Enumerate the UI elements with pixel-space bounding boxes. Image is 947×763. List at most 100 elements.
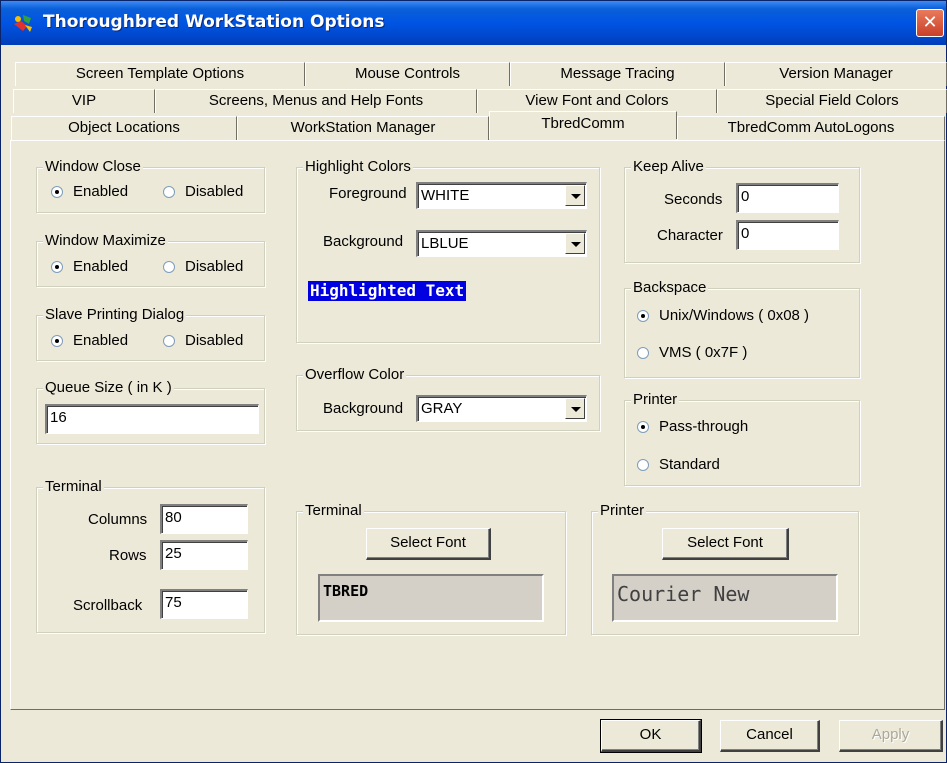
tab-message-tracing[interactable]: Message Tracing bbox=[510, 62, 725, 86]
terminal-font-preview: TBRED bbox=[318, 574, 544, 622]
tab-label: WorkStation Manager bbox=[290, 119, 436, 136]
tab-label: Screen Template Options bbox=[75, 65, 245, 82]
slave-printing-disabled-radio[interactable]: Disabled bbox=[163, 332, 243, 349]
group-label: Window Close bbox=[43, 158, 143, 176]
tab-label: Mouse Controls bbox=[354, 65, 461, 82]
terminal-select-font-button[interactable]: Select Font bbox=[366, 528, 491, 560]
rows-label: Rows bbox=[109, 547, 147, 564]
app-icon bbox=[14, 15, 32, 32]
tab-label: View Font and Colors bbox=[525, 92, 669, 109]
select-value: WHITE bbox=[421, 187, 470, 204]
printer-font-preview: Courier New bbox=[612, 574, 838, 622]
radio-icon bbox=[637, 346, 649, 359]
group-label: Printer bbox=[631, 391, 680, 409]
tab-label: VIP bbox=[71, 92, 97, 109]
tab-tbredcomm[interactable]: TbredComm bbox=[489, 111, 677, 139]
chevron-down-icon[interactable] bbox=[565, 185, 585, 206]
group-label: Queue Size ( in K ) bbox=[43, 379, 174, 397]
radio-selected-icon bbox=[51, 334, 63, 347]
scrollback-input[interactable]: 75 bbox=[160, 589, 248, 619]
tab-screen-template-options[interactable]: Screen Template Options bbox=[15, 62, 305, 86]
tab-mouse-controls[interactable]: Mouse Controls bbox=[305, 62, 510, 86]
options-dialog: Thoroughbred WorkStation Options ✕ Scree… bbox=[0, 0, 947, 763]
tab-label: Version Manager bbox=[779, 65, 893, 82]
select-value: GRAY bbox=[421, 400, 463, 417]
tab-label: Special Field Colors bbox=[765, 92, 899, 109]
radio-selected-icon bbox=[637, 420, 649, 433]
tab-vip[interactable]: VIP bbox=[13, 89, 155, 113]
character-input[interactable]: 0 bbox=[736, 220, 839, 250]
close-icon: ✕ bbox=[922, 12, 938, 32]
group-label: Highlight Colors bbox=[303, 158, 413, 176]
tab-tbredcomm-autologons[interactable]: TbredComm AutoLogons bbox=[677, 116, 945, 140]
backspace-group: Backspace bbox=[624, 279, 860, 378]
printer-standard-radio[interactable]: Standard bbox=[637, 456, 720, 473]
radio-label: VMS ( 0x7F ) bbox=[659, 344, 748, 361]
columns-label: Columns bbox=[88, 511, 148, 528]
columns-input[interactable]: 80 bbox=[160, 504, 248, 534]
group-label: Keep Alive bbox=[631, 158, 706, 176]
group-label: Terminal bbox=[43, 478, 104, 496]
select-value: LBLUE bbox=[421, 235, 469, 252]
title-bar[interactable]: Thoroughbred WorkStation Options ✕ bbox=[1, 1, 946, 45]
cancel-button[interactable]: Cancel bbox=[720, 720, 820, 752]
printer-mode-group: Printer bbox=[624, 391, 860, 486]
printer-passthrough-radio[interactable]: Pass-through bbox=[637, 418, 748, 435]
foreground-label: Foreground bbox=[329, 185, 407, 202]
radio-icon bbox=[163, 334, 175, 347]
group-label: Slave Printing Dialog bbox=[43, 306, 187, 324]
tab-label: TbredComm bbox=[541, 115, 625, 132]
tab-screens-menus-help-fonts[interactable]: Screens, Menus and Help Fonts bbox=[155, 89, 477, 113]
chevron-down-icon[interactable] bbox=[565, 398, 585, 419]
tab-special-field-colors[interactable]: Special Field Colors bbox=[717, 89, 947, 113]
group-label: Overflow Color bbox=[303, 366, 407, 384]
background-label: Background bbox=[323, 233, 404, 250]
group-label: Backspace bbox=[631, 279, 709, 297]
radio-label: Disabled bbox=[185, 258, 244, 275]
rows-input[interactable]: 25 bbox=[160, 540, 248, 570]
printer-select-font-button[interactable]: Select Font bbox=[662, 528, 789, 560]
backspace-vms-radio[interactable]: VMS ( 0x7F ) bbox=[637, 344, 747, 361]
tab-object-locations[interactable]: Object Locations bbox=[11, 116, 237, 140]
group-label: Terminal bbox=[303, 502, 364, 520]
foreground-select[interactable]: WHITE bbox=[416, 182, 587, 209]
window-close-disabled-radio[interactable]: Disabled bbox=[163, 183, 243, 200]
group-label: Window Maximize bbox=[43, 232, 168, 250]
radio-icon bbox=[163, 260, 175, 273]
tab-label: Screens, Menus and Help Fonts bbox=[208, 92, 424, 109]
chevron-down-icon[interactable] bbox=[565, 233, 585, 254]
overflow-background-select[interactable]: GRAY bbox=[416, 395, 587, 422]
group-label: Printer bbox=[598, 502, 647, 520]
tab-label: Message Tracing bbox=[560, 65, 675, 82]
radio-icon bbox=[163, 185, 175, 198]
highlighted-text-sample: Highlighted Text bbox=[308, 281, 467, 301]
background-select[interactable]: LBLUE bbox=[416, 230, 587, 257]
tab-label: TbredComm AutoLogons bbox=[727, 119, 895, 136]
slave-printing-enabled-radio[interactable]: Enabled bbox=[51, 332, 128, 349]
radio-label: Unix/Windows ( 0x08 ) bbox=[659, 307, 810, 324]
overflow-background-label: Background bbox=[323, 400, 404, 417]
window-maximize-disabled-radio[interactable]: Disabled bbox=[163, 258, 243, 275]
queue-size-input[interactable]: 16 bbox=[45, 404, 259, 434]
apply-button[interactable]: Apply bbox=[839, 720, 943, 752]
window-maximize-enabled-radio[interactable]: Enabled bbox=[51, 258, 128, 275]
backspace-unix-radio[interactable]: Unix/Windows ( 0x08 ) bbox=[637, 307, 809, 324]
ok-button[interactable]: OK bbox=[600, 719, 702, 753]
close-button[interactable]: ✕ bbox=[916, 9, 944, 37]
radio-label: Disabled bbox=[185, 332, 244, 349]
tab-label: Object Locations bbox=[68, 119, 180, 136]
radio-label: Standard bbox=[659, 456, 720, 473]
seconds-label: Seconds bbox=[664, 191, 723, 208]
tab-workstation-manager[interactable]: WorkStation Manager bbox=[237, 116, 489, 140]
radio-label: Enabled bbox=[73, 258, 129, 275]
seconds-input[interactable]: 0 bbox=[736, 183, 839, 213]
window-title: Thoroughbred WorkStation Options bbox=[43, 12, 385, 32]
radio-selected-icon bbox=[637, 309, 649, 322]
tab-view-font-colors[interactable]: View Font and Colors bbox=[477, 89, 717, 113]
window-close-enabled-radio[interactable]: Enabled bbox=[51, 183, 128, 200]
radio-selected-icon bbox=[51, 185, 63, 198]
character-label: Character bbox=[657, 227, 723, 244]
tab-version-manager[interactable]: Version Manager bbox=[725, 62, 947, 86]
radio-label: Disabled bbox=[185, 183, 244, 200]
radio-label: Pass-through bbox=[659, 418, 749, 435]
